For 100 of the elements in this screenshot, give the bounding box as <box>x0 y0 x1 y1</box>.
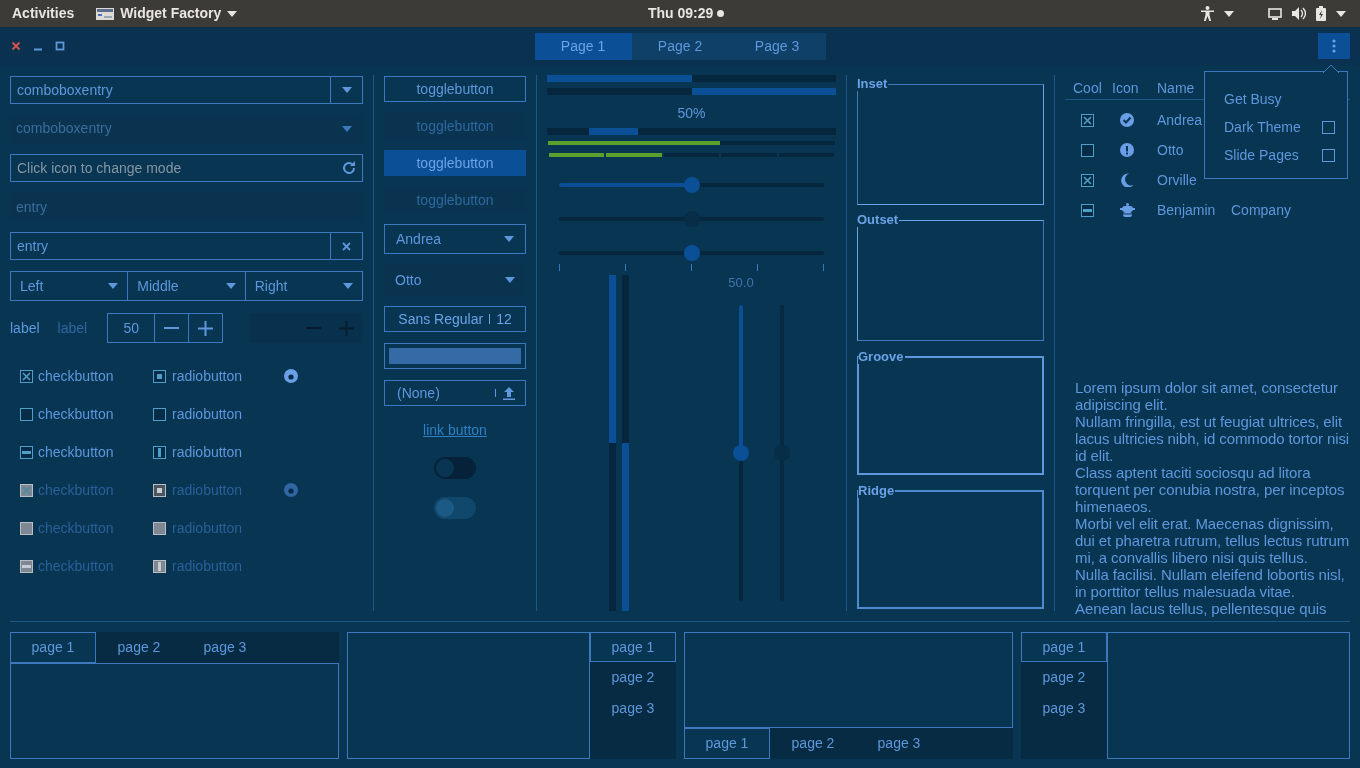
caret-icon <box>341 87 352 93</box>
combo-box[interactable]: Left <box>11 272 128 300</box>
notebook-tab[interactable]: page 2 <box>96 632 182 663</box>
radiobutton[interactable]: radiobutton <box>153 365 284 387</box>
text-input[interactable]: entry <box>11 233 330 259</box>
checkbox[interactable] <box>1081 143 1094 157</box>
caret-icon <box>225 283 236 289</box>
caret-icon <box>1224 10 1234 17</box>
font-button[interactable]: Sans Regular 12 <box>384 306 526 332</box>
checkbutton[interactable]: checkbutton <box>20 365 153 387</box>
screen-icon[interactable] <box>1268 7 1282 20</box>
radiobutton[interactable]: radiobutton <box>153 403 284 425</box>
link-button[interactable]: link button <box>423 420 487 441</box>
menu-item[interactable]: Slide Pages <box>1224 144 1335 166</box>
slider[interactable] <box>733 305 749 601</box>
notebook-tab[interactable]: page 2 <box>770 728 856 759</box>
notebook-tab[interactable]: page 1 <box>590 632 676 662</box>
notebook-tab[interactable]: page 2 <box>590 662 676 693</box>
toggle-button[interactable]: togglebutton <box>384 150 526 176</box>
caret-icon <box>1336 10 1346 17</box>
paragraph: Aenean lacus tellus, pellentesque quis <box>1075 600 1328 617</box>
caret-icon <box>343 283 353 289</box>
checkbutton[interactable]: checkbutton <box>20 403 153 425</box>
minus-icon <box>306 327 321 329</box>
table-cell-text: Orville <box>1157 170 1198 190</box>
caret-icon <box>504 236 514 242</box>
dot-icon <box>717 10 725 17</box>
minus-icon <box>164 327 180 329</box>
paragraph: Lorem ipsum dolor sit amet, consectetur adipiscing elit. <box>1075 379 1339 413</box>
radiobutton[interactable]: radiobutton <box>153 441 284 463</box>
slider[interactable] <box>559 177 824 193</box>
toggle-switch[interactable] <box>434 457 476 479</box>
checkbox[interactable] <box>1081 203 1094 217</box>
scale-value: 50.0 <box>728 275 754 291</box>
checkbox[interactable] <box>1081 113 1094 127</box>
notebook-tab[interactable]: page 3 <box>590 693 676 724</box>
activities-button[interactable]: Activities <box>12 3 75 24</box>
app-menu[interactable]: Widget Factory <box>96 3 238 24</box>
frame-label: Outset <box>857 212 900 227</box>
stack-tab[interactable]: Page 1 <box>534 32 632 60</box>
maximize-icon[interactable] <box>55 41 65 51</box>
notebook-tab[interactable]: page 3 <box>856 728 942 759</box>
color-button[interactable] <box>384 343 526 369</box>
stack-tab[interactable]: Page 3 <box>728 32 826 60</box>
frame-label: Ridge <box>858 483 896 498</box>
slider-thumb[interactable] <box>733 445 749 461</box>
volume-icon[interactable] <box>1292 7 1306 20</box>
caret-icon <box>108 283 119 289</box>
toggle-button[interactable]: togglebutton <box>384 76 526 102</box>
table-cell-text: Company <box>1231 200 1291 220</box>
plus-icon <box>339 320 354 336</box>
label: label <box>10 318 40 338</box>
radio-indicator[interactable] <box>153 445 166 459</box>
checkbutton[interactable]: checkbutton <box>20 441 153 463</box>
caret-icon <box>342 126 352 132</box>
close-icon <box>342 241 351 251</box>
notebook-tab[interactable]: page 1 <box>10 632 96 663</box>
checkbox[interactable] <box>1322 148 1335 162</box>
label: label <box>57 318 88 338</box>
combo-box[interactable]: comboboxentry <box>10 76 363 104</box>
combo-box[interactable]: Right <box>244 272 362 300</box>
caret-icon <box>227 10 238 17</box>
upload-icon <box>502 386 516 400</box>
slider[interactable] <box>559 245 824 261</box>
paragraph: Nulla facilisi. Nullam eleifend lobortis nisl, in porttitor tellus malesuada vitae. <box>1075 566 1346 600</box>
paragraph: Class aptent taciti sociosqu ad litora torquent per conubia nostra, per inceptos himenaeos. <box>1075 464 1346 515</box>
notebook-tab[interactable]: page 1 <box>684 728 770 759</box>
notebook-tab[interactable]: page 1 <box>1021 632 1107 662</box>
window-icon <box>96 7 115 20</box>
accessibility-icon[interactable] <box>1201 6 1214 21</box>
clock[interactable]: Thu 09:29 <box>648 3 714 24</box>
checkbox[interactable] <box>20 407 33 421</box>
notebook-tab[interactable]: page 3 <box>1021 693 1107 724</box>
file-button[interactable]: (None) <box>384 380 526 406</box>
radio-indicator[interactable] <box>153 369 166 383</box>
notebook-tab[interactable]: page 2 <box>1021 662 1107 693</box>
menu-item[interactable]: Dark Theme <box>1224 116 1335 138</box>
battery-icon[interactable] <box>1316 6 1326 21</box>
notebook-tab[interactable]: page 3 <box>182 632 268 663</box>
combo-box[interactable]: Andrea <box>384 224 526 254</box>
slider-thumb[interactable] <box>683 177 700 193</box>
column-header[interactable]: Cool <box>1065 78 1112 99</box>
column-header[interactable]: Icon <box>1112 78 1157 99</box>
menu-item[interactable]: Get Busy <box>1224 88 1335 110</box>
checkbox[interactable] <box>1081 173 1094 187</box>
checkbox[interactable] <box>20 369 33 383</box>
table-cell-text: Benjamin <box>1157 200 1217 220</box>
close-icon[interactable] <box>11 41 21 51</box>
plus-icon <box>198 320 214 336</box>
refresh-icon[interactable] <box>342 161 356 175</box>
slider-thumb[interactable] <box>683 245 700 261</box>
radio-button[interactable] <box>284 369 298 383</box>
checkbox[interactable] <box>1322 120 1335 134</box>
paragraph: Nullam fringilla, est ut feugiat ultrices, elit lacus ultricies nibh, id commodo tortor nisi id elit. <box>1075 413 1350 464</box>
combo-box[interactable]: Middle <box>127 272 245 300</box>
checkbox[interactable] <box>20 445 33 459</box>
stack-tab[interactable]: Page 2 <box>631 32 729 60</box>
radio-indicator[interactable] <box>153 407 166 421</box>
text-field[interactable]: entry <box>10 232 363 260</box>
spin-button[interactable]: 50 <box>107 313 224 343</box>
